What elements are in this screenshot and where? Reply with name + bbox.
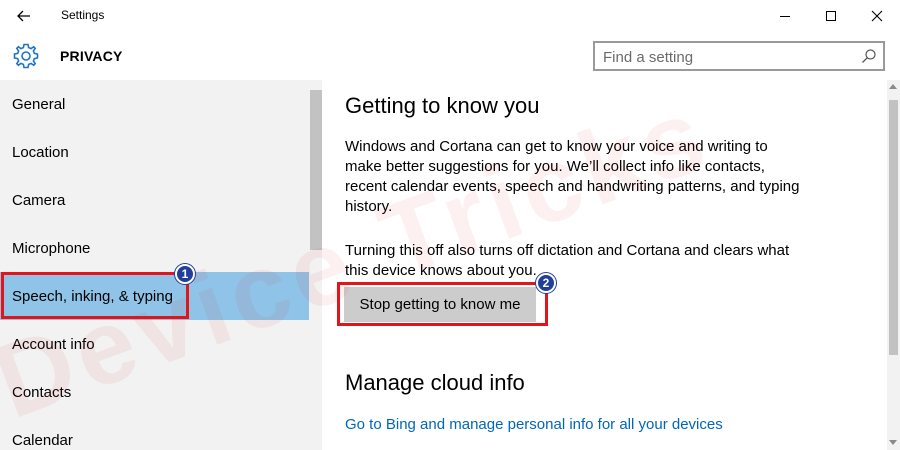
stop-getting-to-know-me-button[interactable]: Stop getting to know me (344, 287, 536, 322)
sidebar-item-label: General (12, 96, 66, 113)
scroll-up-arrow-icon[interactable] (889, 84, 897, 89)
search-icon[interactable] (861, 48, 877, 64)
title-bar: Settings (0, 0, 900, 32)
main-scroll-thumb[interactable] (889, 100, 898, 355)
back-button[interactable] (10, 4, 38, 28)
close-button[interactable] (854, 0, 900, 32)
step-badge-2: 2 (536, 273, 556, 293)
sidebar-item-label: Calendar (12, 432, 73, 449)
warning-paragraph: Turning this off also turns off dictatio… (345, 242, 790, 279)
maximize-icon (826, 11, 836, 21)
sidebar-item-label: Contacts (12, 384, 72, 401)
sidebar-scroll-thumb[interactable] (310, 90, 322, 250)
sidebar-item-account-info[interactable]: Account info (0, 320, 309, 368)
search-input[interactable] (603, 47, 853, 67)
getting-to-know-you-heading: Getting to know you (345, 93, 540, 118)
manage-cloud-info-heading: Manage cloud info (345, 370, 525, 395)
sidebar-item-calendar[interactable]: Calendar (0, 416, 309, 450)
minimize-icon (780, 16, 790, 17)
maximize-button[interactable] (808, 0, 854, 32)
sidebar-item-label: Microphone (12, 240, 91, 257)
sidebar-item-speech-inking-typing[interactable]: Speech, inking, & typing (0, 272, 309, 320)
description-paragraph: Windows and Cortana can get to know your… (345, 138, 800, 215)
section-title: PRIVACY (60, 48, 123, 64)
main-scrollbar[interactable] (887, 80, 900, 450)
bing-personal-info-link[interactable]: Go to Bing and manage personal info for … (345, 416, 723, 433)
sidebar-item-label: Location (12, 144, 69, 161)
sidebar-item-general[interactable]: General (0, 80, 309, 128)
sidebar-item-label: Speech, inking, & typing (12, 288, 173, 305)
step-badge-1: 1 (175, 264, 195, 284)
window-title: Settings (61, 8, 105, 22)
sidebar-item-label: Camera (12, 192, 66, 209)
back-arrow-icon (17, 10, 30, 22)
search-box[interactable] (593, 41, 885, 71)
gear-icon (13, 43, 39, 69)
sidebar: General Location Camera Microphone Speec… (0, 80, 322, 450)
sidebar-item-camera[interactable]: Camera (0, 176, 309, 224)
scroll-down-arrow-icon[interactable] (889, 440, 897, 445)
close-icon (871, 10, 883, 22)
sidebar-item-label: Account info (12, 336, 95, 353)
minimize-button[interactable] (762, 0, 808, 32)
sidebar-item-location[interactable]: Location (0, 128, 309, 176)
main-content: Getting to know you Windows and Cortana … (322, 80, 887, 450)
sidebar-scrollbar[interactable] (310, 80, 322, 450)
page-header: PRIVACY (0, 32, 900, 80)
sidebar-item-microphone[interactable]: Microphone (0, 224, 309, 272)
sidebar-item-contacts[interactable]: Contacts (0, 368, 309, 416)
